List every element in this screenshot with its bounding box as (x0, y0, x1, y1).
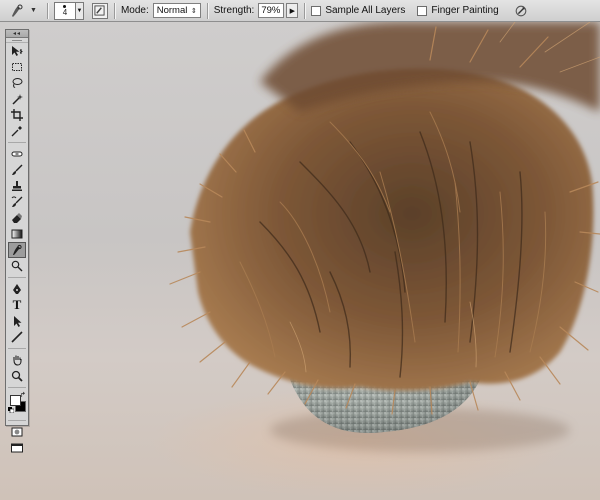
divider (206, 2, 208, 19)
tool-preset-picker[interactable] (4, 2, 30, 20)
lasso-tool[interactable] (6, 75, 28, 91)
line-icon (11, 331, 23, 343)
mode-select[interactable]: Normal ⇕ (152, 3, 201, 18)
strength-input[interactable]: 79% (258, 3, 285, 18)
screen-mode-icon (11, 443, 23, 453)
fur-mass (190, 68, 594, 391)
eraser-tool[interactable] (6, 210, 28, 226)
eyedropper-tool[interactable] (6, 123, 28, 139)
gradient-icon (11, 229, 23, 239)
magic-wand-icon (12, 94, 23, 105)
zoom-icon (11, 370, 23, 382)
sample-all-layers-option[interactable]: Sample All Layers (311, 5, 409, 16)
preset-dropdown-arrow[interactable]: ▼ (30, 7, 37, 14)
smudge-icon (12, 4, 23, 17)
path-select-icon (14, 316, 22, 327)
tools-divider (8, 142, 26, 143)
eyedropper-icon (11, 126, 22, 137)
divider (113, 2, 115, 19)
foreground-color-swatch[interactable] (10, 395, 21, 406)
divider (304, 2, 306, 19)
move-icon (12, 46, 23, 56)
tools-panel-header[interactable]: ◂◂ (6, 30, 28, 38)
dodge-icon (11, 260, 23, 272)
finger-painting-checkbox[interactable] (417, 5, 428, 16)
smudge-icon (13, 244, 22, 255)
document-canvas[interactable] (0, 22, 600, 500)
bandage-icon (11, 151, 23, 157)
default-colors-icon[interactable] (8, 407, 14, 413)
select-arrows-icon: ⇕ (190, 7, 197, 15)
divider (46, 2, 48, 19)
marquee-tool[interactable] (6, 59, 28, 75)
hand-tool[interactable] (6, 352, 28, 368)
pen-tool[interactable] (6, 281, 28, 297)
history-brush-tool[interactable] (6, 194, 28, 210)
brush-icon (12, 164, 23, 175)
pen-icon (13, 284, 21, 294)
stamp-icon (12, 181, 22, 191)
eraser-icon (12, 213, 22, 223)
strength-label: Strength: (213, 5, 255, 16)
history-brush-icon (11, 196, 23, 207)
tools-divider (8, 277, 26, 278)
quick-mask-button[interactable] (6, 424, 28, 440)
options-bar: ▼ 4 ▼ Mode: Normal ⇕ Strength: 79% ▶ Sam… (0, 0, 600, 22)
path-selection-tool[interactable] (6, 313, 28, 329)
zoom-tool[interactable] (6, 368, 28, 384)
strength-slider-toggle[interactable]: ▶ (286, 3, 299, 18)
crop-icon (11, 109, 23, 121)
sample-all-layers-checkbox[interactable] (311, 5, 322, 16)
color-swatches: ↱ (6, 391, 28, 417)
brush-picker-dropdown[interactable]: ▼ (75, 1, 84, 20)
crop-tool[interactable] (6, 107, 28, 123)
brush-size-value: 4 (62, 7, 68, 17)
tools-divider (8, 420, 26, 421)
rect-marquee-icon (12, 63, 22, 71)
clone-stamp-tool[interactable] (6, 178, 28, 194)
spot-healing-tool[interactable] (6, 146, 28, 162)
mode-value: Normal (156, 5, 188, 16)
brush-panel-icon (94, 5, 105, 16)
pen-pressure-icon (515, 5, 526, 16)
line-tool[interactable] (6, 329, 28, 345)
move-tool[interactable] (6, 43, 28, 59)
brush-panel-toggle[interactable] (91, 2, 108, 19)
finger-painting-option[interactable]: Finger Painting (417, 5, 502, 16)
hand-icon (13, 355, 22, 366)
pen-pressure-button[interactable] (513, 3, 529, 19)
brush-tool[interactable] (6, 162, 28, 178)
gradient-tool[interactable] (6, 226, 28, 242)
mode-label: Mode: (120, 5, 149, 16)
smudge-tool[interactable] (8, 242, 26, 258)
screen-mode-button[interactable] (6, 440, 28, 456)
type-tool[interactable]: T (6, 297, 28, 313)
quick-selection-tool[interactable] (6, 91, 28, 107)
artwork-fur-ball (169, 22, 600, 452)
tools-panel: ◂◂ T ↱ (5, 29, 29, 453)
sample-all-layers-label: Sample All Layers (325, 5, 406, 16)
tools-divider (8, 387, 26, 388)
brush-picker[interactable]: 4 (53, 1, 76, 20)
quick-mask-icon (11, 427, 23, 437)
tools-divider (8, 348, 26, 349)
dodge-tool[interactable] (6, 258, 28, 274)
finger-painting-label: Finger Painting (431, 5, 499, 16)
type-icon: T (12, 297, 22, 312)
lasso-icon (12, 78, 23, 88)
